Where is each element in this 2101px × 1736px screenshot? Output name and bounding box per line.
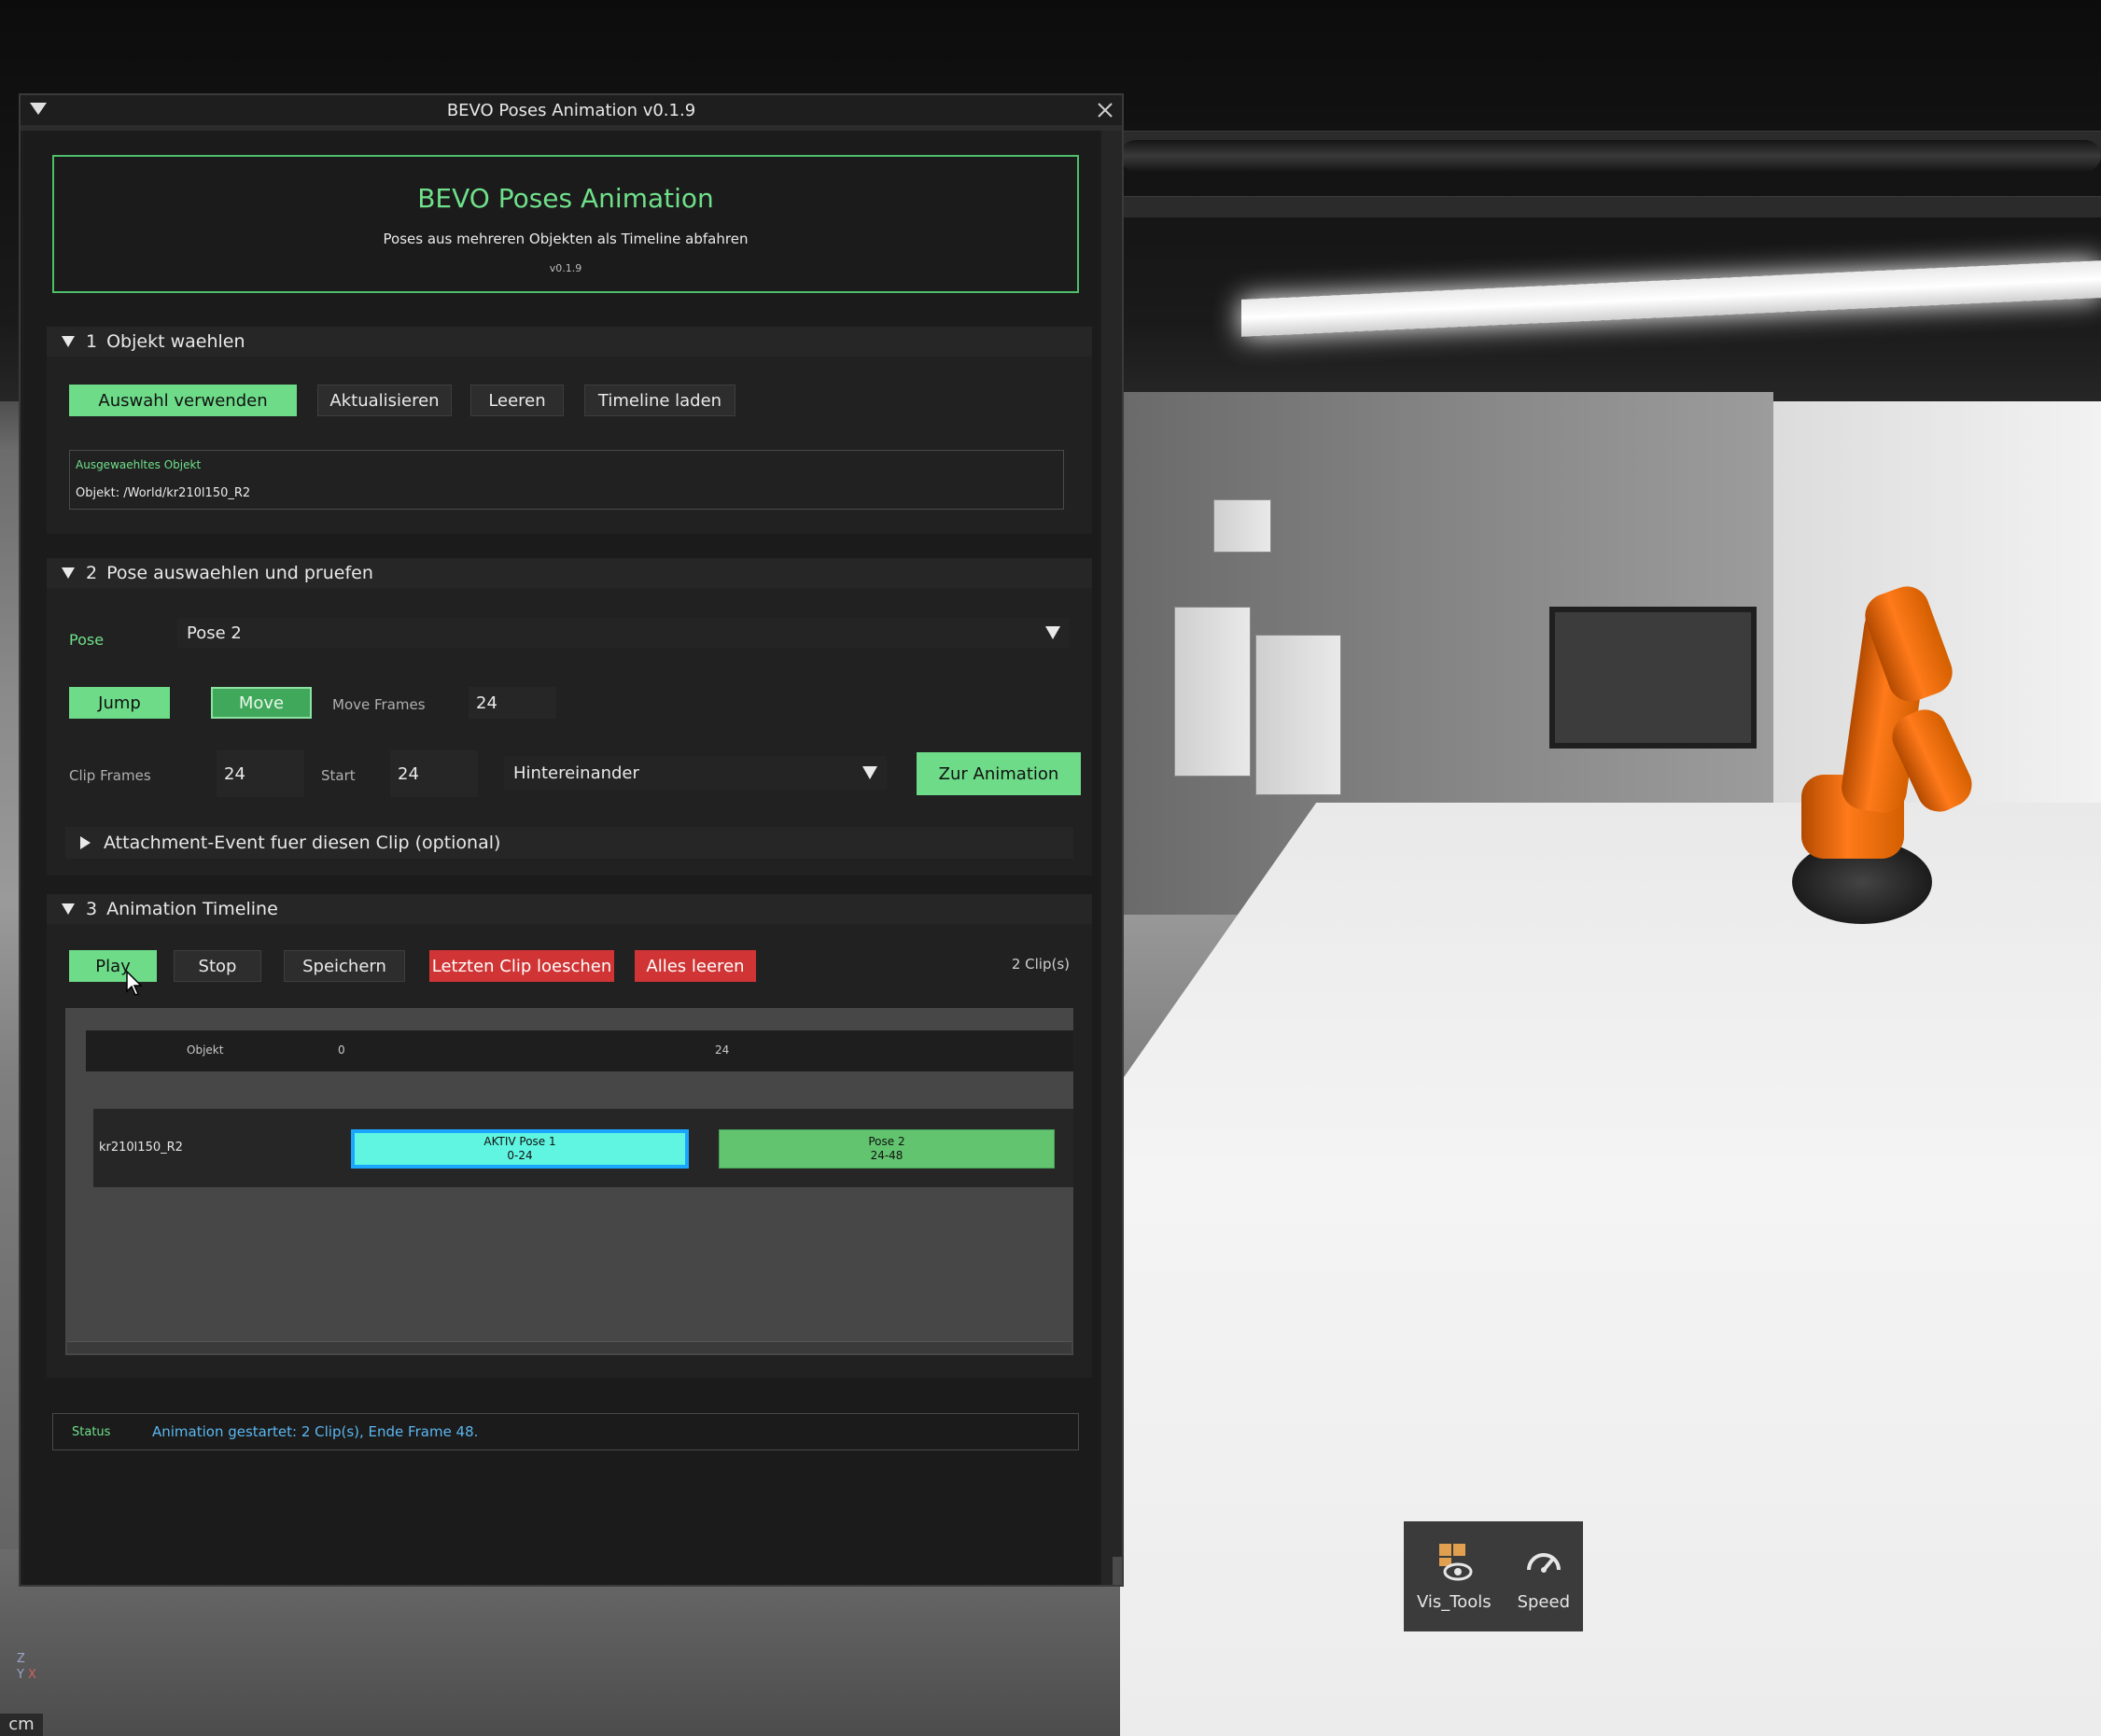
section-title: Objekt waehlen <box>106 331 245 352</box>
clip-count: 2 Clip(s) <box>1011 956 1070 973</box>
move-button[interactable]: Move <box>211 687 312 719</box>
axis-x-label: X <box>27 1668 36 1682</box>
vis-tools-button[interactable]: Vis_Tools <box>1417 1542 1492 1612</box>
selected-object-label: Ausgewaehltes Objekt <box>76 458 202 471</box>
door <box>1174 607 1251 777</box>
to-animation-button[interactable]: Zur Animation <box>917 752 1081 795</box>
section-number: 3 <box>86 899 98 919</box>
window-title: BEVO Poses Animation v0.1.9 <box>446 100 696 120</box>
timeline-tick: 24 <box>715 1043 730 1057</box>
clip-frames-input[interactable] <box>217 750 304 797</box>
pose-dropdown-value: Pose 2 <box>187 623 242 643</box>
start-frame-input[interactable] <box>390 750 478 797</box>
jump-button[interactable]: Jump <box>69 687 170 719</box>
section-animation-timeline: 3 Animation Timeline Play Stop Speichern… <box>47 894 1092 1378</box>
attachment-event-collapsible[interactable]: Attachment-Event fuer diesen Clip (optio… <box>65 827 1073 859</box>
cabinet <box>1255 635 1341 795</box>
clip-title: Pose 2 <box>868 1135 905 1148</box>
speed-label: Speed <box>1517 1591 1570 1612</box>
speed-button[interactable]: Speed <box>1518 1542 1570 1612</box>
section-header[interactable]: 2 Pose auswaehlen und pruefen <box>47 558 1092 588</box>
timeline-row: kr210l150_R2 AKTIV Pose 1 0-24 Pose 2 24… <box>93 1109 1073 1187</box>
sequence-mode-value: Hintereinander <box>513 763 639 783</box>
pose-dropdown[interactable]: Pose 2 <box>177 618 1070 648</box>
speedometer-icon <box>1526 1552 1561 1573</box>
section-header[interactable]: 1 Objekt waehlen <box>47 327 1092 357</box>
save-button[interactable]: Speichern <box>284 950 405 982</box>
attachment-event-title: Attachment-Event fuer diesen Clip (optio… <box>104 833 501 853</box>
collapse-triangle-icon <box>62 903 75 915</box>
window-scrollbar[interactable] <box>1101 131 1122 1585</box>
status-bar: Status Animation gestartet: 2 Clip(s), E… <box>52 1413 1079 1450</box>
timeline-area[interactable]: Objekt 0 24 kr210l150_R2 AKTIV Pose 1 0-… <box>65 1008 1073 1355</box>
unit-label[interactable]: cm <box>0 1714 43 1736</box>
collapse-window-icon[interactable] <box>30 103 47 115</box>
ceiling-pipe <box>1120 140 2101 172</box>
collapse-triangle-icon <box>62 567 75 579</box>
pose-label: Pose <box>69 631 105 649</box>
clear-all-button[interactable]: Alles leeren <box>635 950 756 982</box>
status-text: Animation gestartet: 2 Clip(s), Ende Fra… <box>152 1423 479 1440</box>
header-banner: BEVO Poses Animation Poses aus mehreren … <box>52 155 1079 293</box>
clip-title: AKTIV Pose 1 <box>483 1135 556 1148</box>
section-number: 1 <box>86 331 98 352</box>
vis-tools-icon <box>1438 1543 1473 1580</box>
expand-triangle-icon <box>80 836 91 849</box>
load-timeline-button[interactable]: Timeline laden <box>584 385 735 416</box>
move-frames-label: Move Frames <box>332 696 426 713</box>
clear-button[interactable]: Leeren <box>470 385 564 416</box>
clip-range: 24-48 <box>870 1149 903 1162</box>
timeline-header: Objekt 0 24 <box>86 1030 1073 1071</box>
timeline-tick: 0 <box>338 1043 345 1057</box>
window-frame <box>1549 607 1757 749</box>
axis-y-label: Y <box>17 1668 24 1682</box>
timeline-horizontal-scrollbar[interactable] <box>67 1341 1072 1353</box>
axis-z-label: Z <box>17 1652 25 1666</box>
banner-title: BEVO Poses Animation <box>417 183 714 214</box>
window-titlebar[interactable]: BEVO Poses Animation v0.1.9 <box>21 95 1122 131</box>
collapse-triangle-icon <box>62 336 75 347</box>
chevron-down-icon <box>862 766 877 779</box>
section-number: 2 <box>86 563 98 583</box>
delete-last-clip-button[interactable]: Letzten Clip loeschen <box>429 950 614 982</box>
timeline-clip[interactable]: Pose 2 24-48 <box>719 1129 1055 1169</box>
status-label: Status <box>72 1424 111 1439</box>
section-title: Animation Timeline <box>106 899 278 919</box>
start-label: Start <box>321 767 356 784</box>
section-object-select: 1 Objekt waehlen Auswahl verwenden Aktua… <box>47 327 1092 534</box>
section-pose-select: 2 Pose auswaehlen und pruefen Pose Pose … <box>47 558 1092 875</box>
wall-unit <box>1213 499 1271 553</box>
move-frames-input[interactable] <box>469 687 556 719</box>
poses-animation-window: BEVO Poses Animation v0.1.9 BEVO Poses A… <box>19 93 1124 1587</box>
resize-grip[interactable] <box>1113 1557 1122 1585</box>
banner-subtitle: Poses aus mehreren Objekten als Timeline… <box>383 231 749 247</box>
section-title: Pose auswaehlen und pruefen <box>106 563 373 583</box>
section-header[interactable]: 3 Animation Timeline <box>47 894 1092 924</box>
refresh-button[interactable]: Aktualisieren <box>317 385 452 416</box>
window-content: BEVO Poses Animation Poses aus mehreren … <box>24 131 1100 1585</box>
timeline-object-column: Objekt <box>187 1043 224 1057</box>
clip-range: 0-24 <box>507 1149 533 1162</box>
clip-frames-label: Clip Frames <box>69 767 151 784</box>
vis-tools-label: Vis_Tools <box>1416 1591 1492 1612</box>
selected-object-path: Objekt: /World/kr210l150_R2 <box>76 486 251 500</box>
timeline-clip[interactable]: AKTIV Pose 1 0-24 <box>351 1129 689 1169</box>
chevron-down-icon <box>1045 626 1060 639</box>
close-icon[interactable] <box>1096 101 1114 119</box>
floor <box>1120 803 2101 1736</box>
timeline-row-object: kr210l150_R2 <box>99 1141 183 1155</box>
mouse-cursor-icon <box>126 971 143 996</box>
ceiling-beam <box>1120 196 2101 217</box>
sequence-mode-dropdown[interactable]: Hintereinander <box>504 756 887 790</box>
use-selection-button[interactable]: Auswahl verwenden <box>69 385 297 416</box>
banner-version: v0.1.9 <box>549 262 582 274</box>
stop-button[interactable]: Stop <box>174 950 261 982</box>
selected-object-box: Ausgewaehltes Objekt Objekt: /World/kr21… <box>69 450 1064 510</box>
axis-gizmo: Z Y X <box>17 1652 36 1682</box>
viewport-toolbar: Vis_Tools Speed <box>1404 1521 1583 1631</box>
